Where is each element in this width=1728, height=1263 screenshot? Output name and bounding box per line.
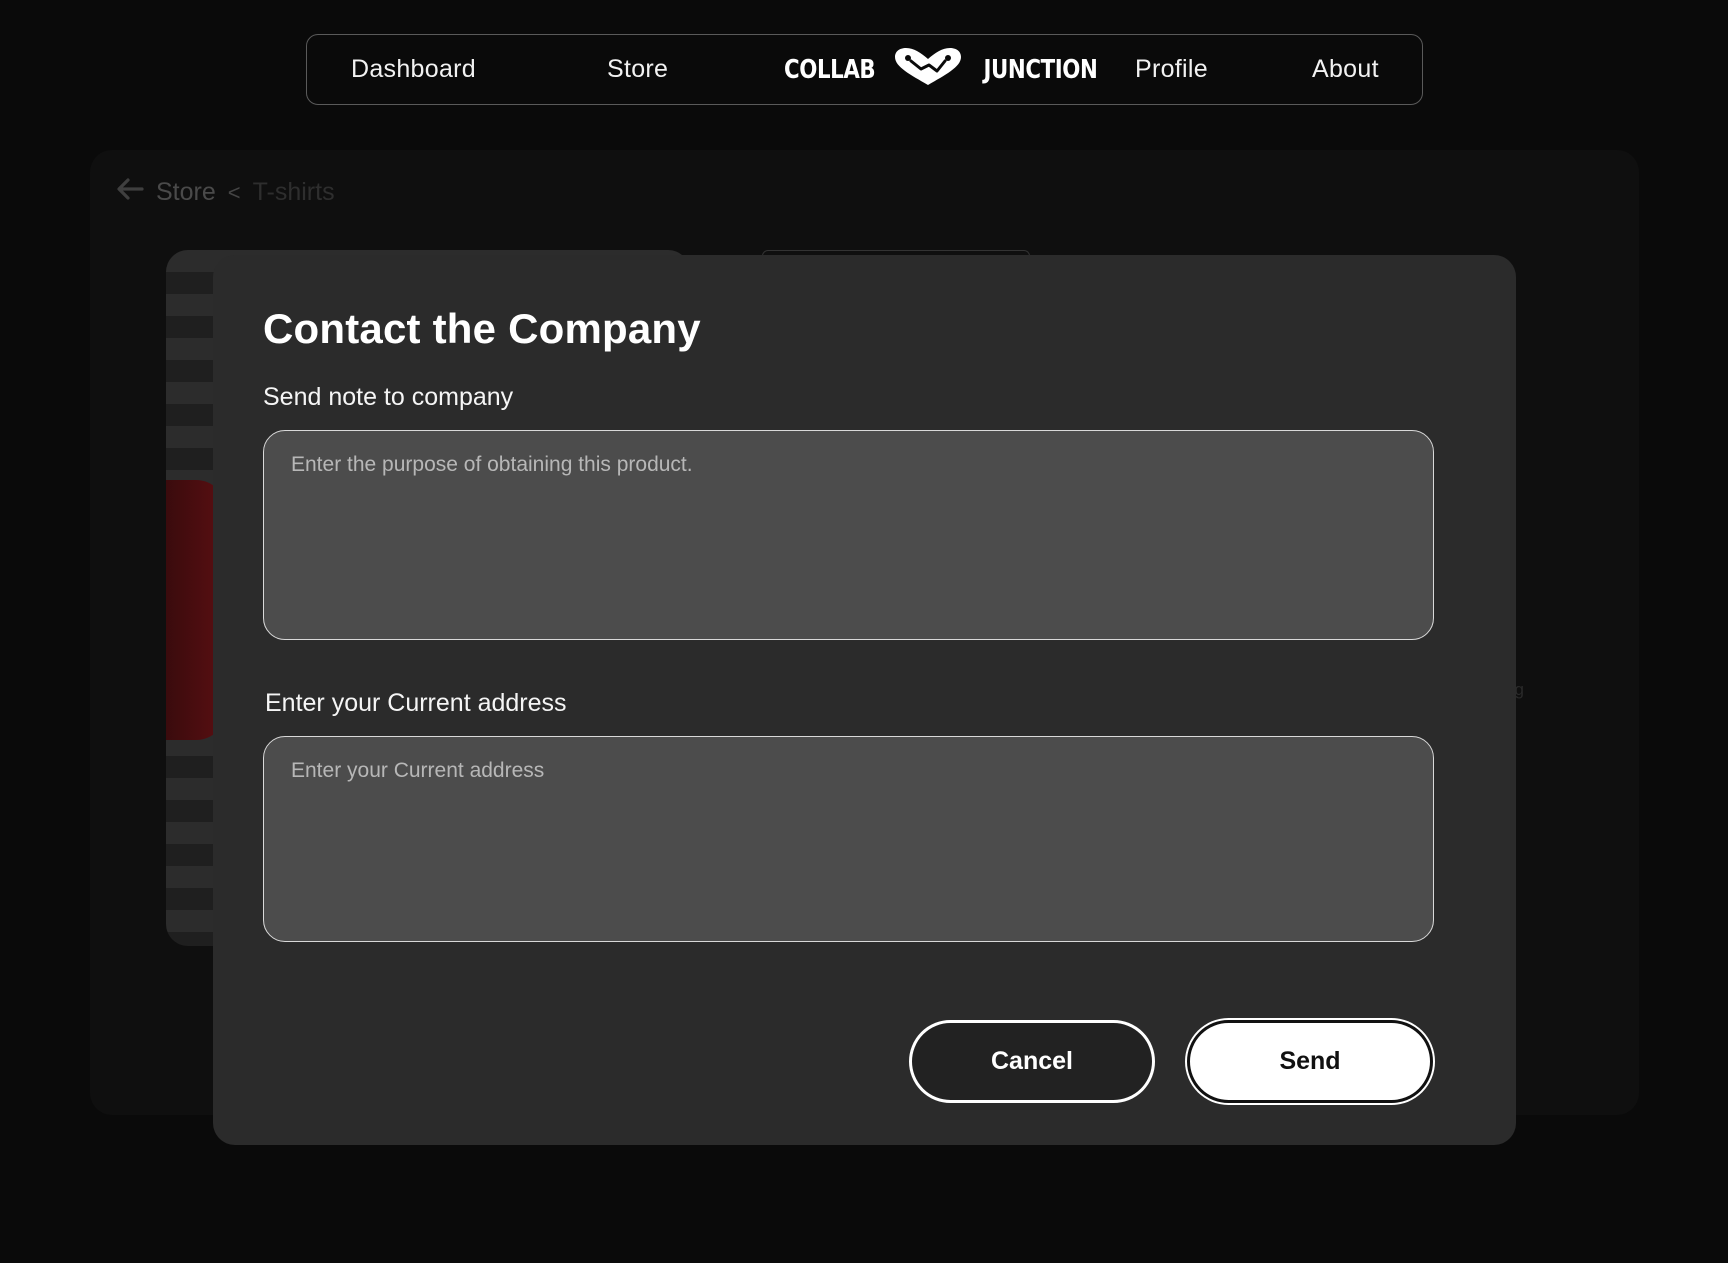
handshake-heart-icon — [891, 47, 965, 92]
logo-text-right: JUNCTION — [983, 54, 1098, 85]
nav-profile[interactable]: Profile — [1135, 35, 1208, 104]
breadcrumb: Store < T-shirts — [116, 178, 335, 207]
breadcrumb-current: T-shirts — [252, 178, 335, 206]
top-navbar: Dashboard Store COLLAB JUNCTION Profile … — [306, 34, 1423, 105]
breadcrumb-store-link[interactable]: Store — [156, 178, 216, 207]
note-textarea[interactable] — [263, 430, 1434, 640]
back-arrow-icon[interactable] — [116, 178, 144, 207]
modal-title: Contact the Company — [263, 305, 701, 352]
logo[interactable]: COLLAB JUNCTION — [774, 35, 1110, 104]
nav-about[interactable]: About — [1312, 35, 1379, 104]
note-label: Send note to company — [263, 383, 514, 411]
address-label: Enter your Current address — [265, 689, 567, 717]
nav-store[interactable]: Store — [607, 35, 668, 104]
breadcrumb-separator: < — [227, 179, 241, 205]
contact-company-modal: Contact the Company Send note to company… — [213, 255, 1516, 1145]
page: Store < T-shirts ng Dashboard Store COLL… — [0, 0, 1728, 1263]
nav-dashboard[interactable]: Dashboard — [351, 35, 476, 104]
send-button[interactable]: Send — [1187, 1020, 1433, 1103]
logo-text-left: COLLAB — [784, 54, 876, 85]
address-textarea[interactable] — [263, 736, 1434, 942]
cancel-button[interactable]: Cancel — [909, 1020, 1155, 1103]
